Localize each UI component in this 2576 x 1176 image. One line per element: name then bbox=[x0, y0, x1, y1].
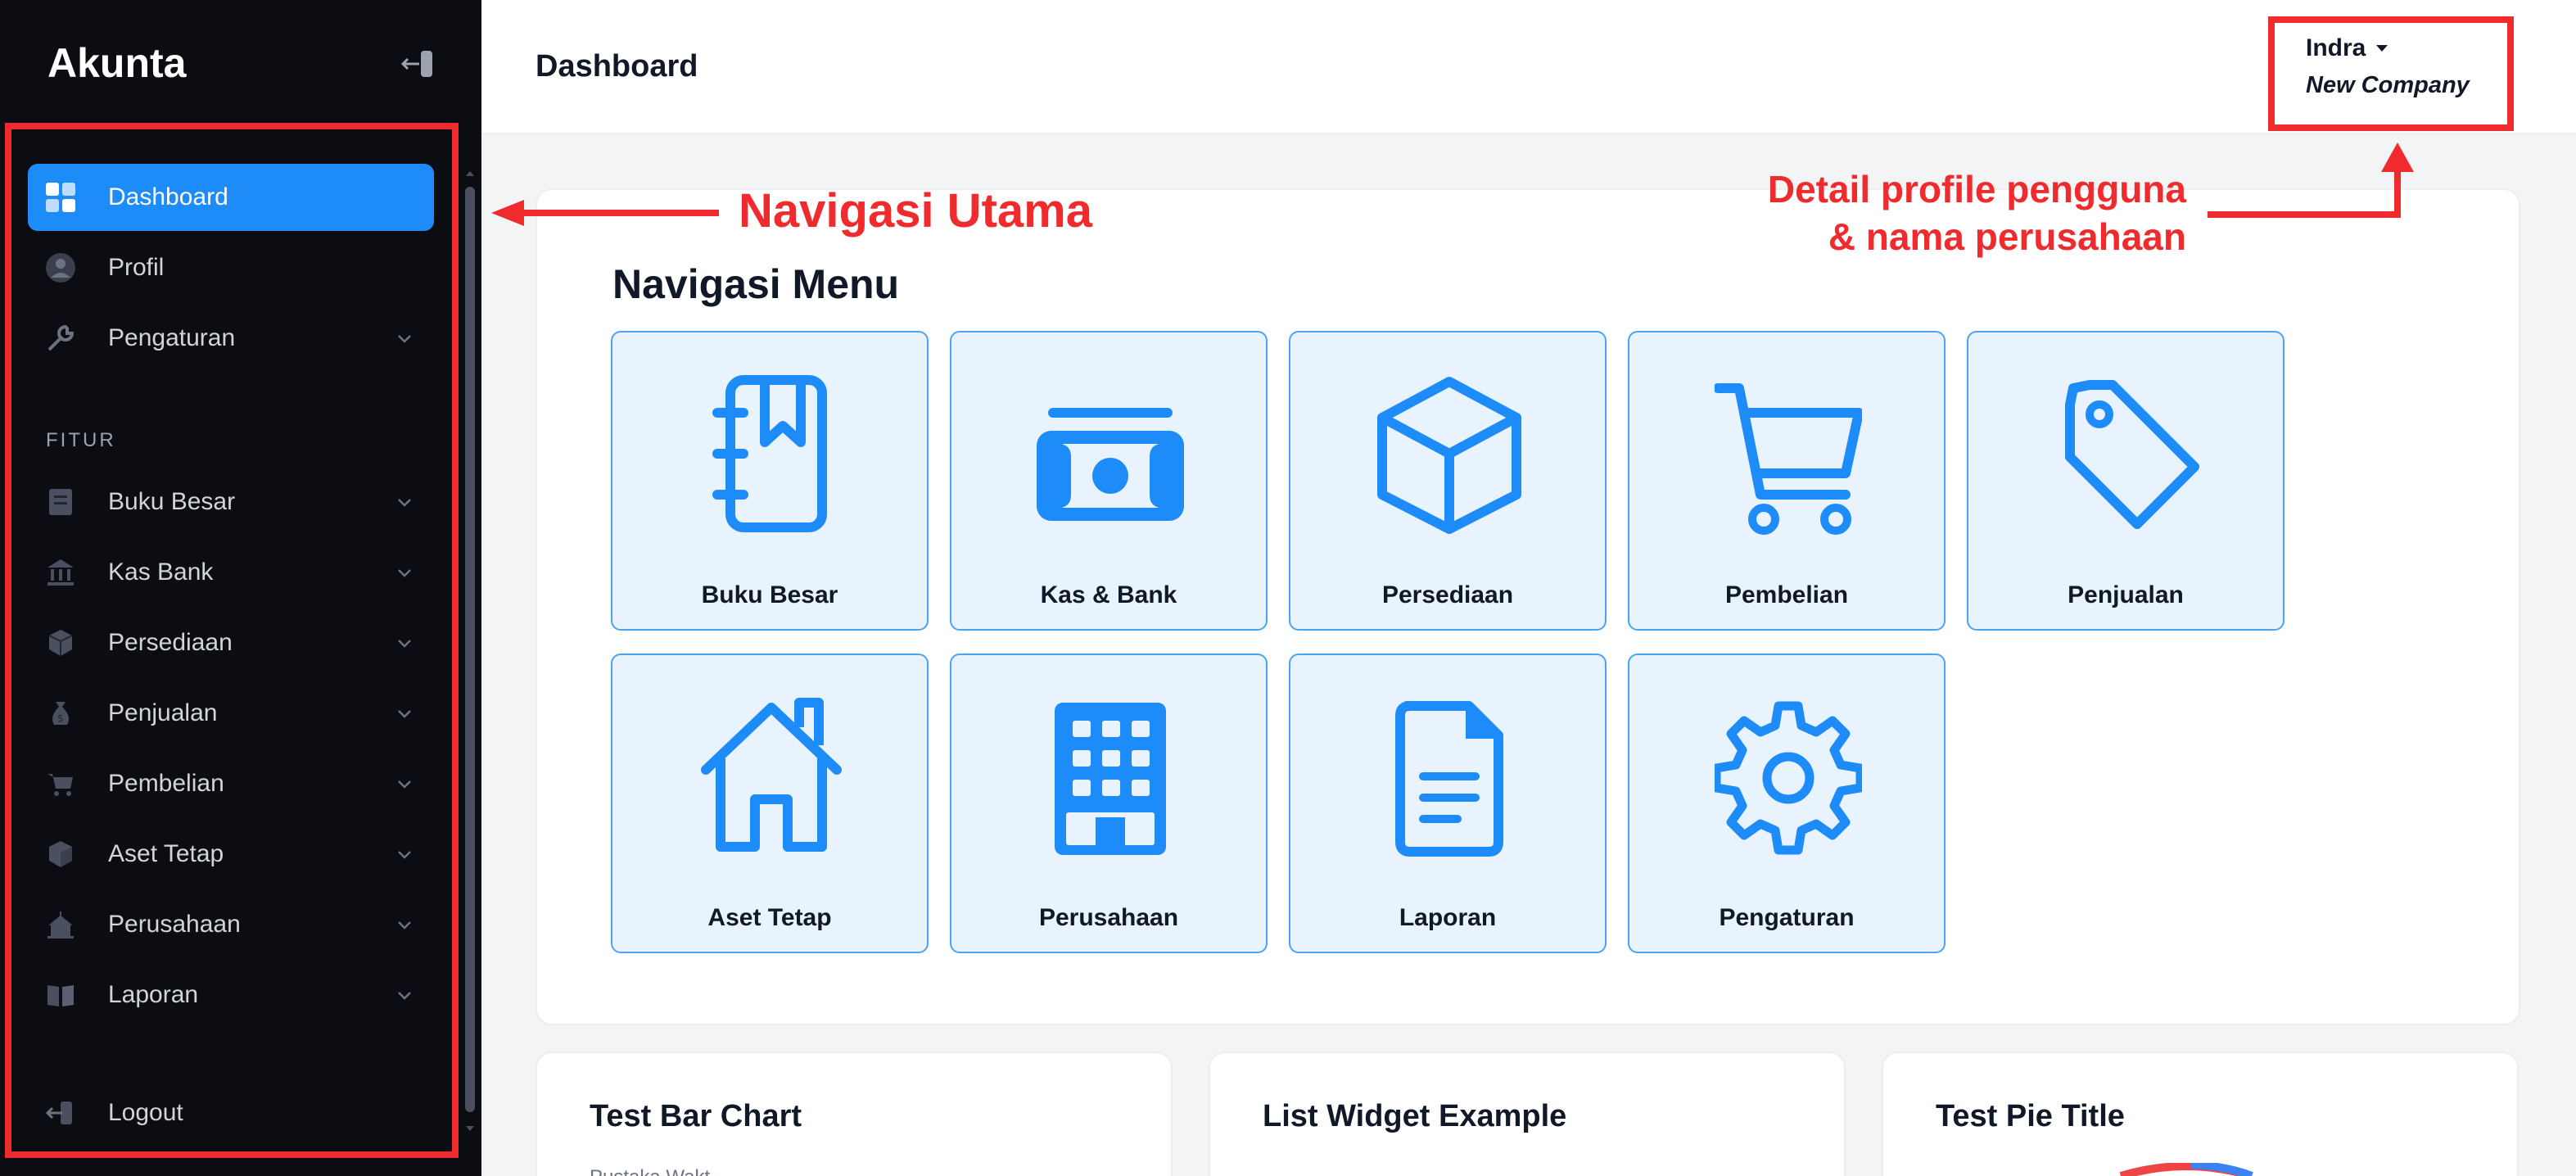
tile-perusahaan[interactable]: Perusahaan bbox=[950, 654, 1268, 953]
tile-aset-tetap[interactable]: Aset Tetap bbox=[611, 654, 929, 953]
tile-pengaturan[interactable]: Pengaturan bbox=[1628, 654, 1946, 953]
tag-icon bbox=[2065, 380, 2199, 529]
annotation-profile-line2: & nama perusahaan bbox=[1828, 215, 2186, 258]
building-icon bbox=[1055, 703, 1166, 855]
tile-label: Penjualan bbox=[2068, 581, 2184, 608]
pie-chart-arc bbox=[2119, 1163, 2253, 1176]
page-title: Dashboard bbox=[536, 49, 698, 84]
collapse-sidebar-button[interactable] bbox=[400, 47, 436, 80]
tile-label: Buku Besar bbox=[701, 581, 838, 608]
widget-title: Test Bar Chart bbox=[590, 1099, 802, 1133]
annotation-box-profile bbox=[2268, 16, 2514, 131]
widget-title: Test Pie Title bbox=[1936, 1099, 2125, 1133]
annotation-profile-line1: Detail profile pengguna bbox=[1767, 168, 2186, 210]
widget-subtext: Pustaka Wakt bbox=[590, 1166, 710, 1176]
card-title: Navigasi Menu bbox=[612, 261, 900, 307]
cart-icon bbox=[1715, 383, 1862, 535]
tile-label: Persediaan bbox=[1381, 581, 1514, 608]
annotation-nav-main: Navigasi Utama bbox=[739, 184, 1092, 237]
tile-laporan[interactable]: Laporan bbox=[1289, 654, 1607, 953]
scroll-up-arrow-icon[interactable] bbox=[463, 167, 477, 180]
tile-label: Aset Tetap bbox=[707, 904, 832, 931]
scroll-down-arrow-icon[interactable] bbox=[463, 1122, 477, 1135]
annotation-box-sidebar bbox=[5, 123, 459, 1158]
tile-pembelian[interactable]: Pembelian bbox=[1628, 331, 1946, 631]
top-bar bbox=[481, 0, 2576, 134]
tile-kas-bank[interactable]: Kas & Bank bbox=[950, 331, 1268, 631]
tile-label: Pembelian bbox=[1724, 581, 1849, 608]
gear-icon bbox=[1715, 701, 1862, 855]
collapse-icon bbox=[400, 51, 432, 77]
tile-buku-besar[interactable]: Buku Besar bbox=[611, 331, 929, 631]
tile-persediaan[interactable]: Persediaan bbox=[1289, 331, 1607, 631]
sidebar-scrollbar[interactable] bbox=[465, 187, 475, 1112]
box-icon bbox=[1377, 377, 1521, 534]
tile-label: Pengaturan bbox=[1719, 904, 1855, 931]
annotation-arrow-left-icon bbox=[491, 200, 719, 226]
cash-icon bbox=[1037, 408, 1184, 521]
annotation-arrow-up-icon bbox=[2208, 142, 2414, 218]
app-brand: Akunta bbox=[47, 40, 187, 86]
tile-label: Laporan bbox=[1399, 904, 1497, 931]
house-icon bbox=[701, 698, 842, 852]
tile-label: Perusahaan bbox=[1038, 904, 1179, 931]
ledger-book-icon bbox=[712, 375, 827, 532]
document-icon bbox=[1395, 701, 1503, 857]
tile-penjualan[interactable]: Penjualan bbox=[1967, 331, 2285, 631]
tile-label: Kas & Bank bbox=[1040, 581, 1177, 608]
widget-title: List Widget Example bbox=[1263, 1099, 1567, 1133]
